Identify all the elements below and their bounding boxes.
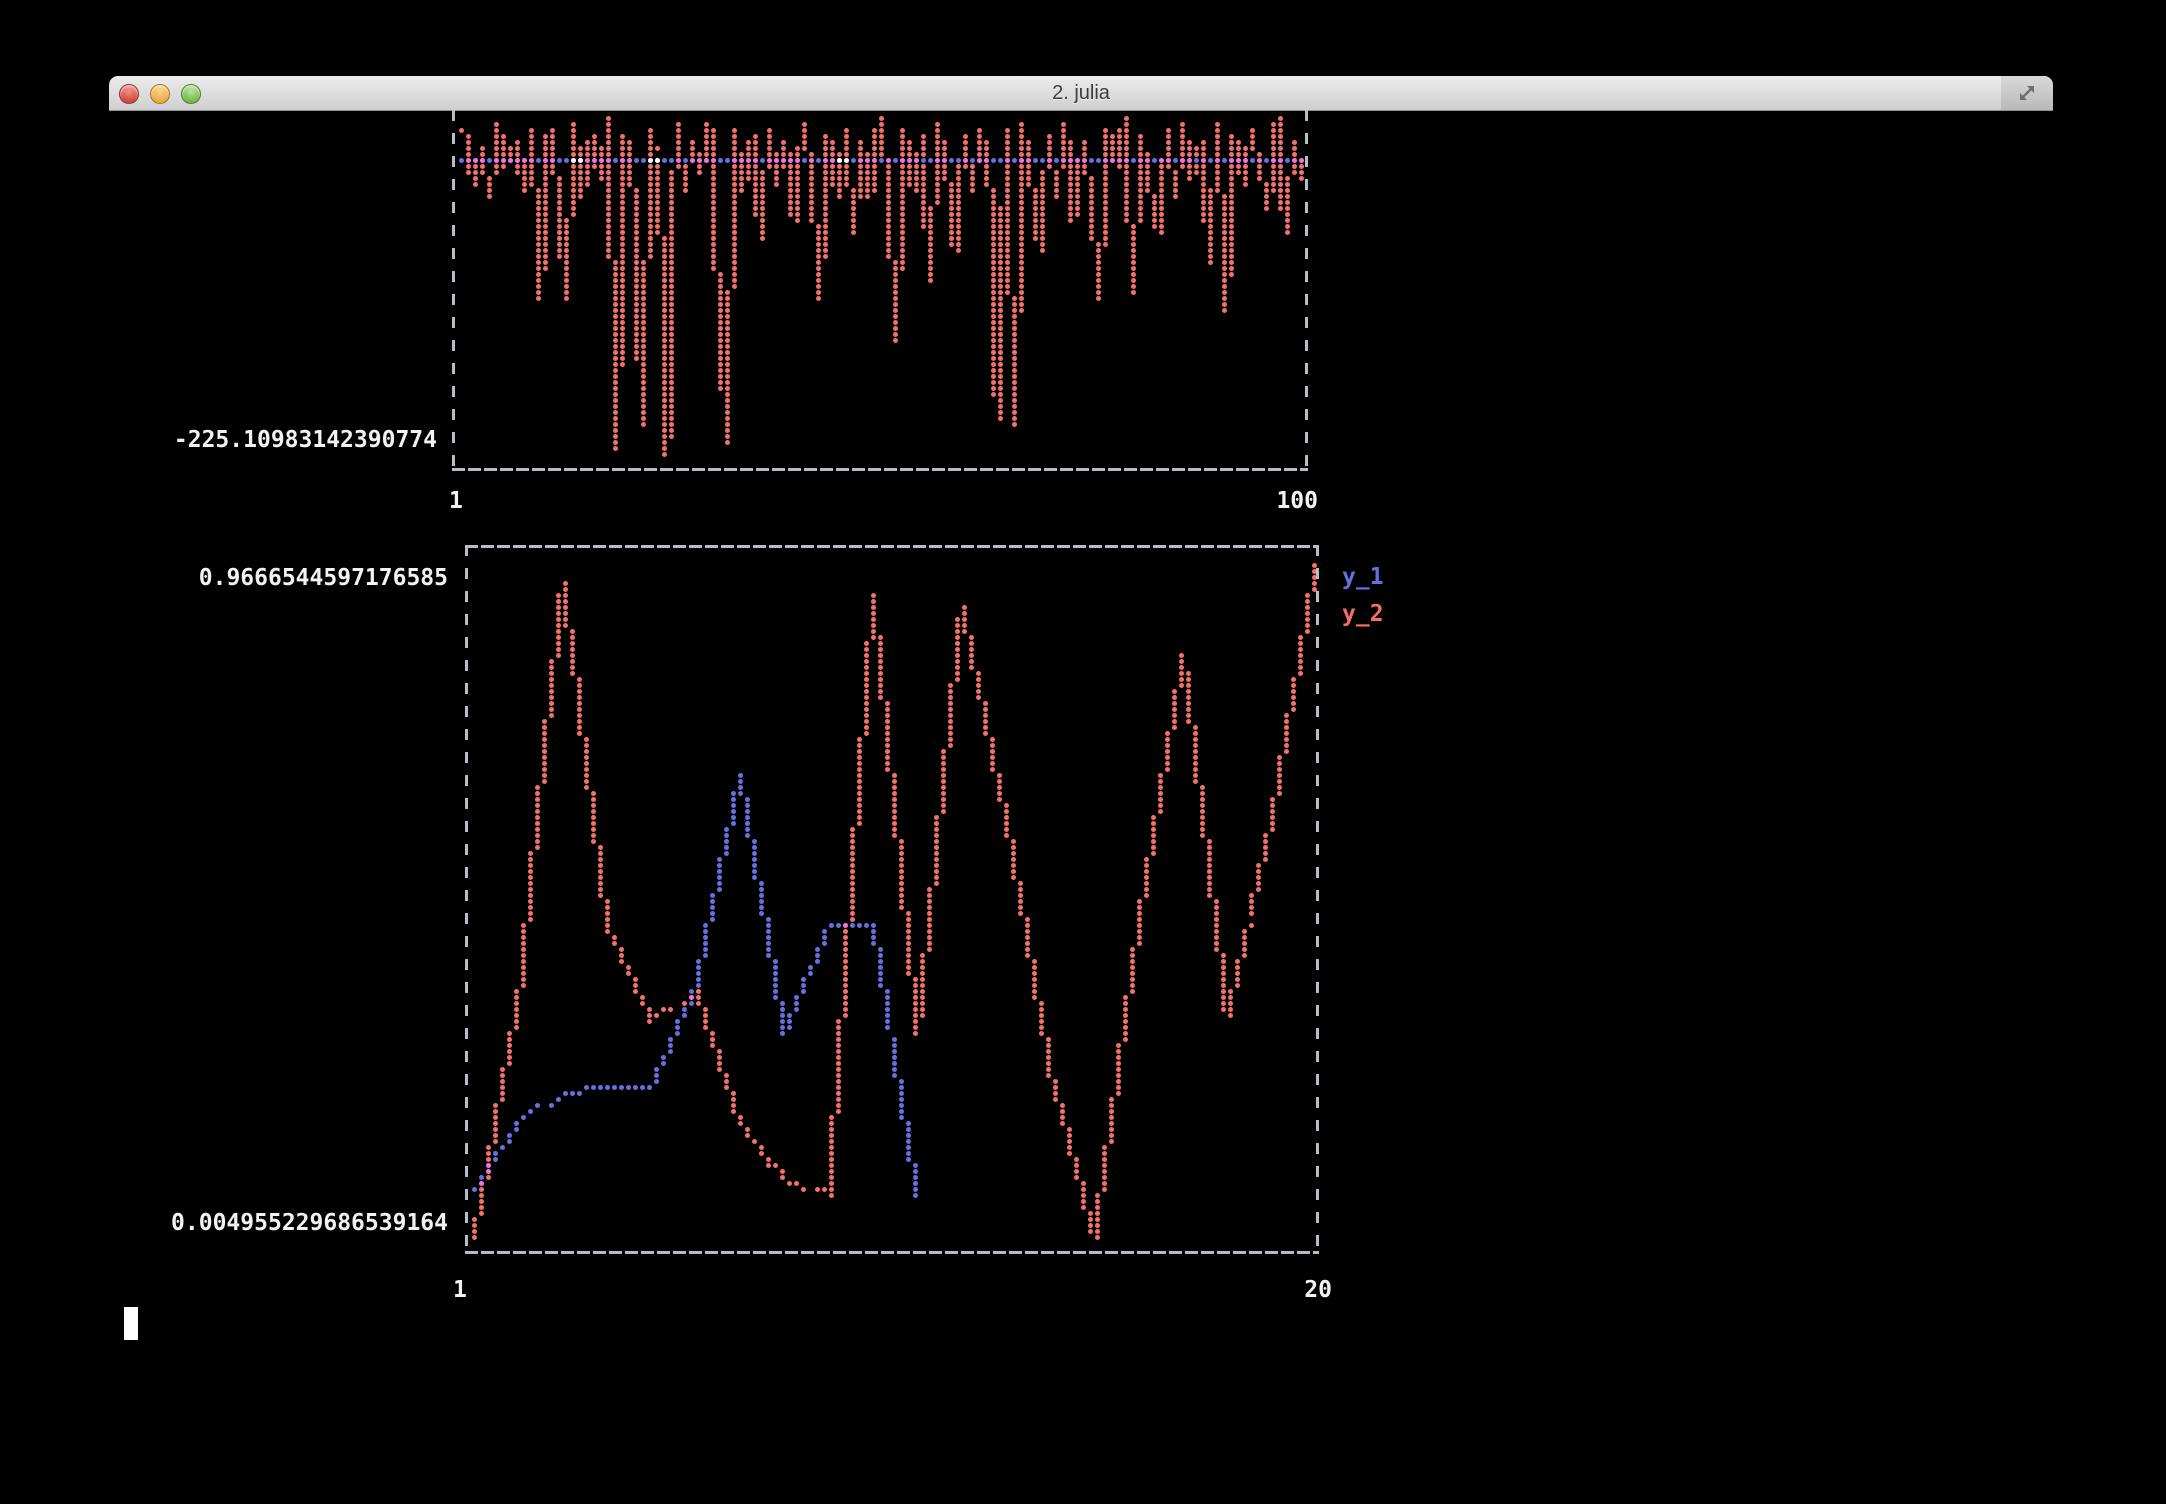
desktop-background: 2. julia -225.10983142390774 1 100 0.966… bbox=[0, 0, 2166, 1504]
legend-item-y2: y_2 bbox=[1342, 601, 1384, 627]
plot1-xtick-max: 100 bbox=[1233, 488, 1318, 514]
plot2-canvas bbox=[465, 545, 1319, 1254]
plot2-xtick-max: 20 bbox=[1247, 1277, 1332, 1303]
legend-item-y1: y_1 bbox=[1342, 564, 1384, 590]
window-title: 2. julia bbox=[109, 82, 2053, 105]
expand-arrows-icon bbox=[2017, 83, 2037, 103]
plot2-xtick-min: 1 bbox=[453, 1277, 467, 1303]
fullscreen-button[interactable] bbox=[2001, 76, 2053, 110]
plot2-ymax-label: 0.9666544597176585 bbox=[182, 565, 448, 591]
plot1-ymin-label: -225.10983142390774 bbox=[171, 427, 437, 453]
plot1-bottom-border bbox=[452, 468, 1308, 471]
zoom-button[interactable] bbox=[181, 84, 201, 104]
plot2-ymin-label: 0.004955229686539164 bbox=[171, 1210, 448, 1236]
terminal-cursor bbox=[124, 1307, 138, 1340]
titlebar[interactable]: 2. julia bbox=[109, 76, 2053, 111]
minimize-button[interactable] bbox=[150, 84, 170, 104]
plot1-xtick-min: 1 bbox=[449, 488, 463, 514]
close-button[interactable] bbox=[119, 84, 139, 104]
plot1-canvas bbox=[452, 110, 1308, 468]
